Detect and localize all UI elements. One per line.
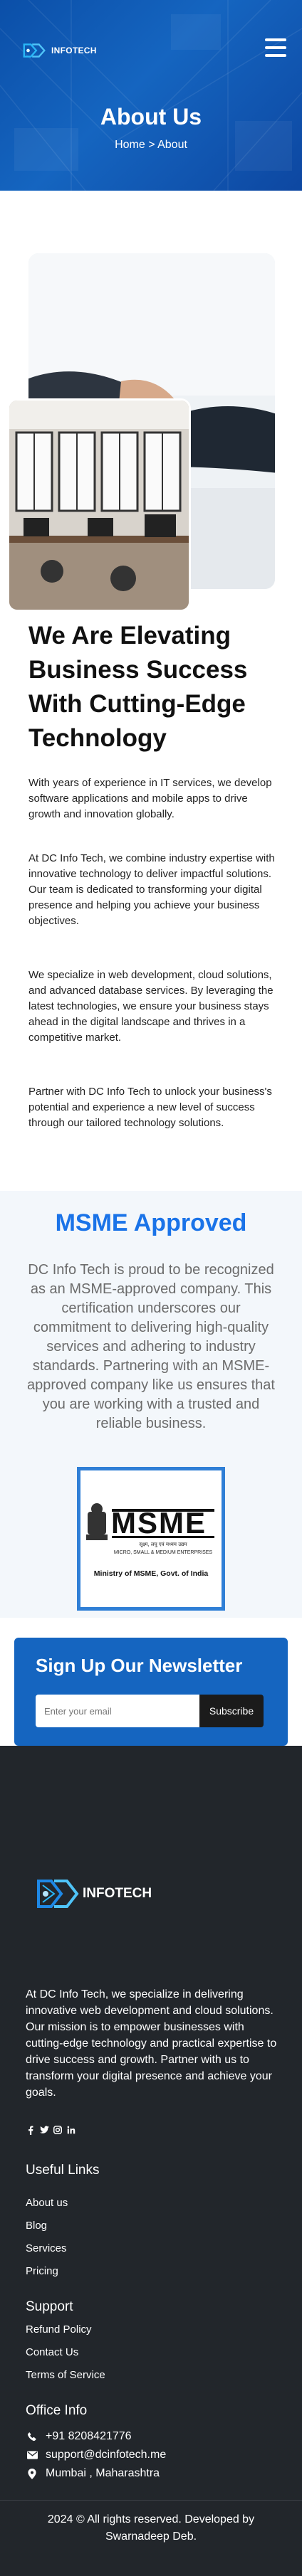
footer-link-pricing[interactable]: Pricing	[26, 2265, 58, 2277]
contact-phone[interactable]: +91 8208421776	[26, 2430, 132, 2443]
footer-logo-mark-icon	[37, 1880, 79, 1908]
subscribe-button[interactable]: Subscribe	[199, 1695, 264, 1727]
envelope-icon	[26, 2451, 38, 2459]
msme-title: MSME Approved	[55, 1209, 247, 1236]
instagram-icon[interactable]	[53, 2125, 63, 2135]
footer-link-about-us[interactable]: About us	[26, 2197, 68, 2209]
about-heading: We Are Elevating Business Success With C…	[28, 622, 248, 752]
linkedin-icon[interactable]	[66, 2125, 76, 2135]
contact-email[interactable]: support@dcinfotech.me	[26, 2449, 166, 2461]
logo-text: INFOTECH	[51, 46, 97, 55]
logo-mark-icon	[23, 43, 46, 58]
useful-links-heading: Useful Links	[26, 2163, 100, 2178]
social-links	[26, 2125, 76, 2135]
footer-link-services[interactable]: Services	[26, 2242, 67, 2254]
twitter-icon[interactable]	[39, 2125, 49, 2135]
phone-number: +91 8208421776	[46, 2430, 132, 2442]
msme-logo-sub: MICRO, SMALL & MEDIUM ENTERPRISES	[114, 1550, 213, 1555]
newsletter-section: Sign Up Our Newsletter Subscribe	[14, 1638, 288, 1746]
header-logo[interactable]: INFOTECH	[21, 40, 97, 61]
msme-logo: MSME सूक्ष्म, लघु एवं मध्यम उद्यम MICRO,…	[77, 1467, 225, 1611]
about-paragraph-4: Partner with DC Info Tech to unlock your…	[28, 1086, 272, 1129]
email-address: support@dcinfotech.me	[46, 2449, 167, 2461]
breadcrumb: Home > About	[0, 139, 302, 152]
office-info-heading: Office Info	[26, 2403, 88, 2418]
address-text: Mumbai , Maharashtra	[46, 2467, 160, 2479]
msme-text: DC Info Tech is proud to be recognized a…	[27, 1262, 275, 1431]
footer-link-refund-policy[interactable]: Refund Policy	[26, 2323, 92, 2336]
office-image	[7, 398, 191, 612]
footer-link-terms[interactable]: Terms of Service	[26, 2369, 105, 2381]
support-heading: Support	[26, 2299, 73, 2314]
page-hero: INFOTECH About Us Home > About	[0, 0, 302, 191]
footer-link-blog[interactable]: Blog	[26, 2220, 47, 2232]
hero-background-pattern	[0, 0, 302, 191]
msme-logo-caption: Ministry of MSME, Govt. of India	[94, 1569, 209, 1578]
breadcrumb-separator: >	[145, 139, 158, 151]
page-title: About Us	[100, 104, 202, 129]
menu-icon[interactable]	[265, 38, 286, 57]
footer-link-contact-us[interactable]: Contact Us	[26, 2346, 78, 2358]
facebook-icon[interactable]	[26, 2125, 36, 2135]
about-paragraph-1: With years of experience in IT services,…	[28, 777, 272, 820]
about-paragraph-2: At DC Info Tech, we combine industry exp…	[28, 852, 275, 927]
phone-icon	[26, 2432, 38, 2442]
footer: INFOTECH At DC Info Tech, we specialize …	[0, 1746, 302, 2576]
footer-about-text: At DC Info Tech, we specialize in delive…	[26, 1988, 277, 2099]
copyright-text: 2024 © All rights reserved. Developed by…	[47, 2513, 255, 2543]
footer-logo-text: INFOTECH	[83, 1886, 152, 1901]
msme-section: MSME Approved DC Info Tech is proud to b…	[0, 1191, 302, 1618]
contact-address: Mumbai , Maharashtra	[26, 2467, 160, 2480]
newsletter-title: Sign Up Our Newsletter	[36, 1655, 243, 1676]
msme-logo-hindi: सूक्ष्म, लघु एवं मध्यम उद्यम	[139, 1542, 187, 1547]
newsletter-email-input[interactable]	[36, 1695, 199, 1727]
breadcrumb-current: About	[157, 139, 187, 151]
footer-logo[interactable]: INFOTECH	[33, 1874, 152, 1914]
footer-divider	[0, 2500, 302, 2501]
about-paragraph-3: We specialize in web development, cloud …	[28, 969, 274, 1044]
map-pin-icon	[26, 2468, 38, 2479]
breadcrumb-home-link[interactable]: Home	[115, 139, 145, 151]
